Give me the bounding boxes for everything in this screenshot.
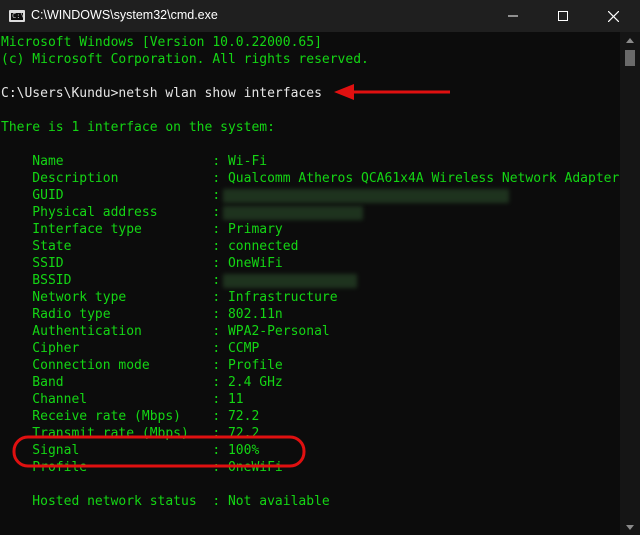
scroll-up-button[interactable] [620,32,640,48]
chevron-up-icon [626,37,634,43]
vertical-scrollbar[interactable] [620,32,640,535]
scroll-thumb[interactable] [625,50,635,66]
chevron-down-icon [626,524,634,530]
annotation-ellipse [12,435,306,468]
scroll-down-button[interactable] [620,519,640,535]
annotation-arrow [334,84,450,100]
annotation-overlay [12,84,450,468]
